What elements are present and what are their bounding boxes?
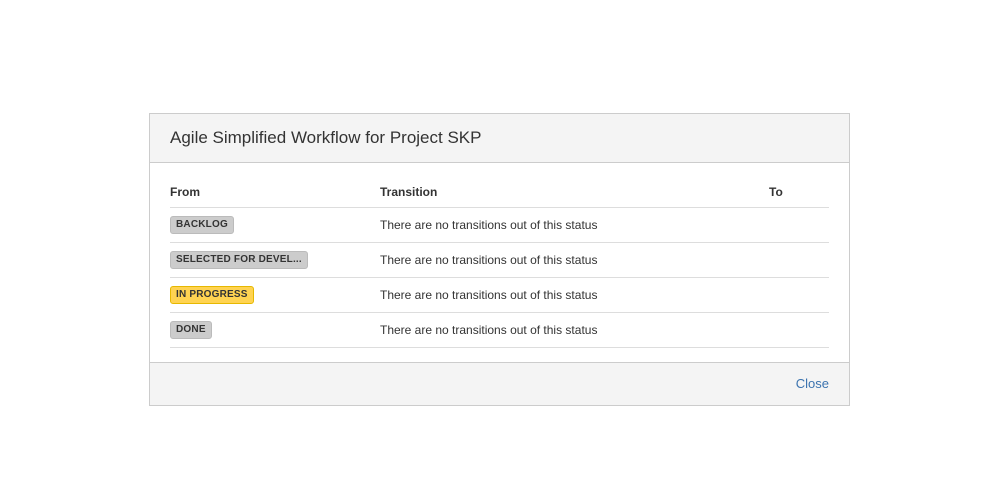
table-row: IN PROGRESS There are no transitions out… <box>170 278 829 313</box>
status-badge-selected: SELECTED FOR DEVEL... <box>170 251 308 269</box>
close-button[interactable]: Close <box>796 376 829 391</box>
dialog-body: From Transition To BACKLOG There are no … <box>150 163 849 405</box>
header-to: To <box>769 177 829 208</box>
to-cell <box>769 278 829 313</box>
to-cell <box>769 313 829 348</box>
dialog-header: Agile Simplified Workflow for Project SK… <box>150 114 849 163</box>
dialog-footer: Close <box>150 362 849 405</box>
table-row: BACKLOG There are no transitions out of … <box>170 208 829 243</box>
to-cell <box>769 243 829 278</box>
workflow-table: From Transition To BACKLOG There are no … <box>170 177 829 348</box>
dialog-title: Agile Simplified Workflow for Project SK… <box>170 128 829 148</box>
transition-text: There are no transitions out of this sta… <box>380 243 769 278</box>
status-badge-in-progress: IN PROGRESS <box>170 286 254 304</box>
header-transition: Transition <box>380 177 769 208</box>
header-from: From <box>170 177 380 208</box>
transition-text: There are no transitions out of this sta… <box>380 278 769 313</box>
table-row: SELECTED FOR DEVEL... There are no trans… <box>170 243 829 278</box>
status-badge-done: DONE <box>170 321 212 339</box>
transition-text: There are no transitions out of this sta… <box>380 208 769 243</box>
workflow-dialog: Agile Simplified Workflow for Project SK… <box>149 113 850 406</box>
table-row: DONE There are no transitions out of thi… <box>170 313 829 348</box>
status-badge-backlog: BACKLOG <box>170 216 234 234</box>
transition-text: There are no transitions out of this sta… <box>380 313 769 348</box>
to-cell <box>769 208 829 243</box>
